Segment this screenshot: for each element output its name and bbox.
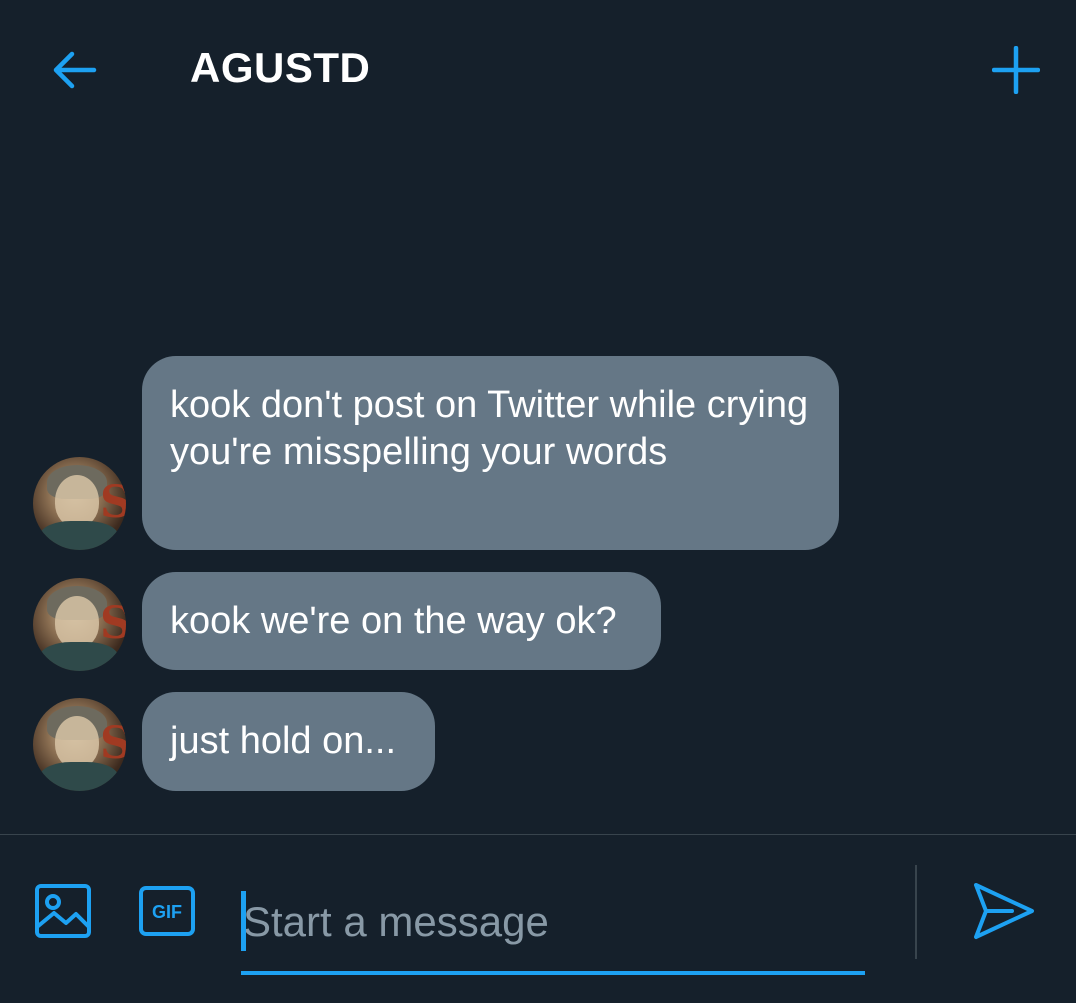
message-row: S kook don't post on Twitter while cryin… xyxy=(0,356,1076,550)
message-bubble[interactable]: just hold on... xyxy=(142,692,435,791)
send-button[interactable] xyxy=(972,881,1036,941)
text-caret xyxy=(241,891,246,951)
composer-divider xyxy=(915,865,917,959)
gif-button[interactable]: GIF xyxy=(138,885,196,937)
avatar[interactable]: S xyxy=(33,578,126,671)
image-icon xyxy=(35,884,91,938)
message-row: S kook we're on the way ok? xyxy=(0,572,1076,671)
message-row: S just hold on... xyxy=(0,692,1076,791)
gif-icon: GIF xyxy=(139,886,195,936)
message-input-wrap xyxy=(241,875,865,975)
gif-label: GIF xyxy=(152,902,182,922)
message-input[interactable] xyxy=(241,875,865,969)
input-underline xyxy=(241,971,865,975)
send-icon xyxy=(974,883,1034,939)
avatar[interactable]: S xyxy=(33,698,126,791)
message-bubble[interactable]: kook don't post on Twitter while crying … xyxy=(142,356,839,550)
message-composer: GIF xyxy=(0,834,1076,1003)
message-bubble[interactable]: kook we're on the way ok? xyxy=(142,572,661,670)
avatar[interactable]: S xyxy=(33,457,126,550)
message-list[interactable]: S kook don't post on Twitter while cryin… xyxy=(0,0,1076,834)
image-button[interactable] xyxy=(34,883,92,939)
